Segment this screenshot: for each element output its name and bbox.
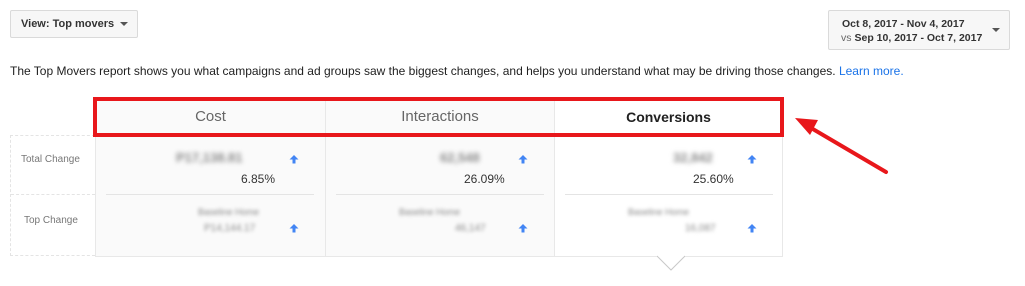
annotation-arrow-icon (795, 118, 888, 174)
